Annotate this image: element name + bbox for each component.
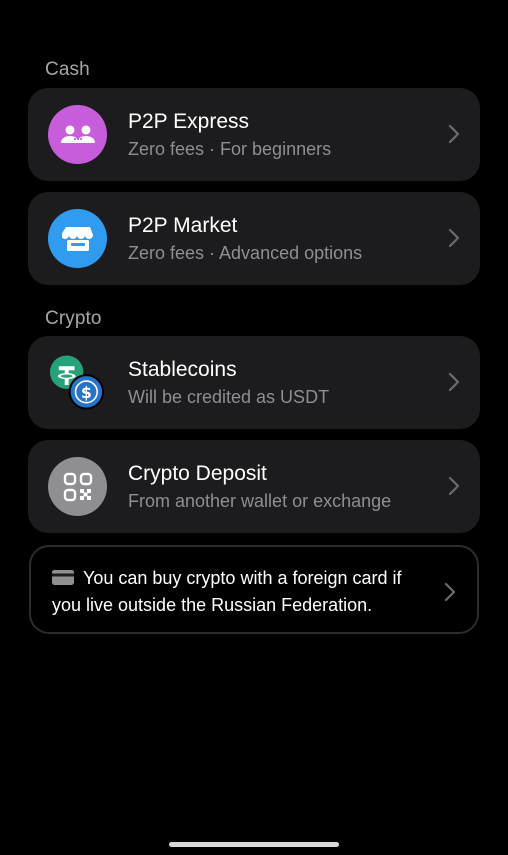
chevron-right-icon — [448, 372, 460, 392]
option-p2p-express[interactable]: P2P Express Zero fees · For beginners — [28, 88, 480, 181]
option-subtitle: Zero fees · Advanced options — [128, 243, 363, 263]
foreign-card-info-text-wrap: You can buy crypto with a foreign card i… — [52, 565, 432, 619]
chevron-right-icon — [448, 476, 460, 496]
option-stablecoins[interactable]: $ Stablecoins Will be credited as USDT — [28, 336, 480, 429]
option-title: P2P Express — [128, 110, 250, 133]
section-label-crypto: Crypto — [45, 308, 102, 329]
option-title: Crypto Deposit — [128, 462, 267, 485]
section-label-cash: Cash — [45, 59, 90, 80]
credit-card-icon — [52, 570, 74, 585]
option-title: P2P Market — [128, 214, 238, 237]
users-icon — [60, 125, 95, 143]
svg-text:$: $ — [81, 382, 92, 401]
option-subtitle: Will be credited as USDT — [128, 387, 330, 407]
stablecoins-icon-badge: $ — [48, 353, 107, 412]
option-crypto-deposit[interactable]: Crypto Deposit From another wallet or ex… — [28, 440, 480, 533]
option-subtitle: From another wallet or exchange — [128, 491, 392, 511]
option-title: Stablecoins — [128, 358, 237, 381]
option-subtitle: Zero fees · For beginners — [128, 139, 332, 159]
p2p-market-icon-badge — [48, 209, 107, 268]
p2p-express-icon-badge — [48, 105, 107, 164]
option-p2p-market[interactable]: P2P Market Zero fees · Advanced options — [28, 192, 480, 285]
store-icon — [61, 226, 93, 251]
qr-code-icon — [63, 472, 92, 501]
stablecoins-icon: $ — [49, 354, 105, 410]
foreign-card-info[interactable]: You can buy crypto with a foreign card i… — [29, 545, 479, 634]
home-indicator[interactable] — [169, 842, 339, 847]
foreign-card-info-text: You can buy crypto with a foreign card i… — [52, 568, 402, 615]
chevron-right-icon — [448, 124, 460, 144]
crypto-deposit-icon-badge — [48, 457, 107, 516]
chevron-right-icon — [444, 582, 456, 602]
chevron-right-icon — [448, 228, 460, 248]
